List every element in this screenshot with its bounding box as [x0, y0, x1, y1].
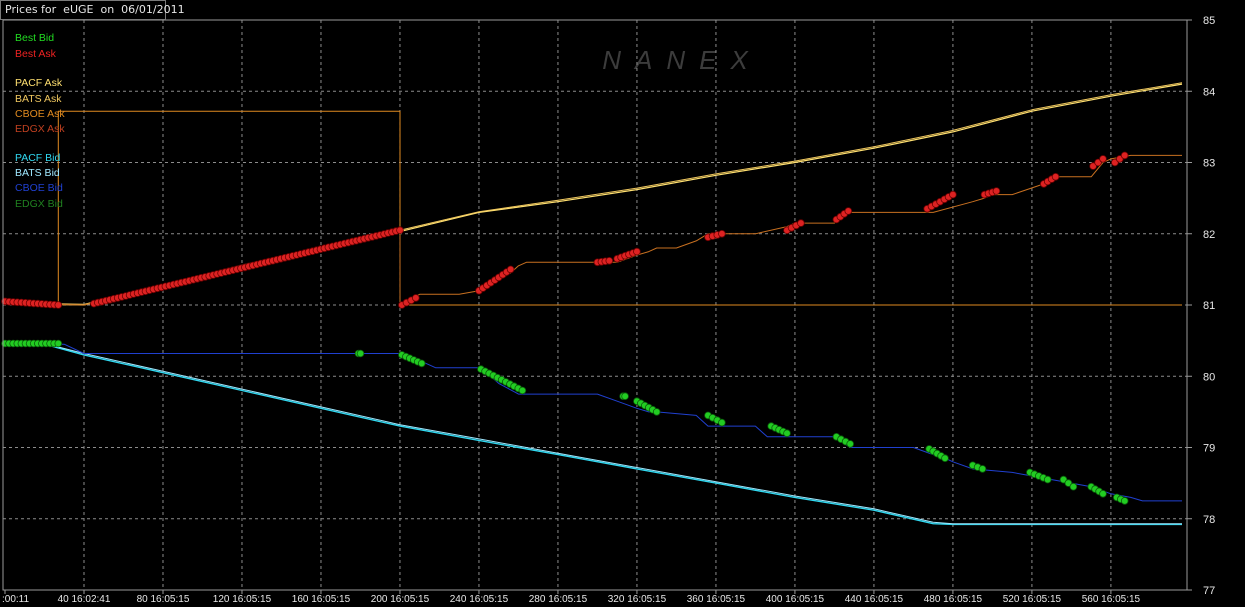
bid-quote-marker — [356, 349, 365, 358]
legend-item-pacf-bid: PACF Bid — [15, 152, 60, 164]
legend-item-pacf-ask: PACF Ask — [15, 77, 63, 89]
bid-quote-marker — [978, 465, 987, 473]
bid-quote-marker — [621, 392, 629, 401]
x-tick-label: 440 16:05:15 — [845, 594, 904, 605]
y-tick-label: 77 — [1203, 585, 1215, 597]
legend-item-best-ask: Best Ask — [15, 48, 57, 60]
legend-item-bats-ask: BATS Ask — [15, 93, 62, 105]
y-tick-label: 78 — [1203, 514, 1215, 526]
legend-item-bats-bid: BATS Bid — [15, 167, 60, 179]
legend-item-best-bid: Best Bid — [15, 32, 54, 44]
chart-title: Prices for eUGE on 06/01/2011 — [0, 0, 185, 20]
ask-quote-marker — [411, 294, 420, 302]
x-tick-label: 400 16:05:15 — [766, 594, 825, 605]
ask-quote-marker — [1051, 173, 1060, 181]
y-tick-label: 79 — [1203, 443, 1215, 455]
ask-quote-marker — [992, 187, 1001, 195]
x-tick-label: 240 16:05:15 — [450, 594, 509, 605]
y-tick-label: 80 — [1203, 371, 1215, 383]
y-tick-label: 81 — [1203, 300, 1215, 312]
x-tick-label: 320 16:05:15 — [608, 594, 667, 605]
bid-quote-marker — [1069, 482, 1078, 491]
bid-quote-marker — [941, 454, 949, 463]
y-tick-label: 82 — [1203, 229, 1215, 241]
ask-quote-marker — [949, 190, 957, 199]
y-tick-label: 84 — [1203, 86, 1215, 98]
ask-quote-marker — [506, 265, 515, 274]
x-tick-label: :00:11 — [2, 594, 29, 605]
x-tick-label: 200 16:05:15 — [371, 594, 430, 605]
bid-quote-marker — [1043, 475, 1052, 484]
legend-item-cboe-bid: CBOE Bid — [15, 182, 63, 194]
bid-quote-marker — [1099, 489, 1107, 498]
x-tick-label: 480 16:05:15 — [924, 594, 983, 605]
bid-quote-marker — [417, 359, 426, 368]
bid-quote-marker — [846, 440, 854, 448]
bid-quote-marker — [1120, 497, 1129, 505]
ask-quote-marker — [633, 247, 641, 256]
nanex-watermark: NANEX — [602, 45, 762, 75]
ask-quote-marker — [844, 207, 853, 215]
bid-quote-marker — [54, 339, 63, 348]
y-tick-label: 85 — [1203, 15, 1215, 27]
legend-item-edgx-bid: EDGX Bid — [15, 198, 63, 210]
ask-quote-marker — [1120, 151, 1129, 160]
legend-item-cboe-ask: CBOE Ask — [15, 108, 65, 120]
bid-quote-marker — [652, 408, 661, 416]
x-tick-label: 160 16:05:15 — [292, 594, 351, 605]
x-tick-label: 560 16:05:15 — [1082, 594, 1141, 605]
x-tick-label: 360 16:05:15 — [687, 594, 746, 605]
ask-quote-marker — [605, 256, 614, 265]
x-tick-label: 520 16:05:15 — [1003, 594, 1062, 605]
x-tick-label: 120 16:05:15 — [213, 594, 272, 605]
ask-quote-marker — [1099, 155, 1107, 163]
x-tick-label: 80 16:05:15 — [137, 594, 190, 605]
ask-quote-marker — [396, 226, 404, 235]
ask-quote-marker — [54, 301, 63, 309]
bid-quote-marker — [518, 386, 527, 395]
legend-item-edgx-ask: EDGX Ask — [15, 123, 65, 135]
ask-quote-marker — [797, 219, 805, 227]
ask-quote-marker — [718, 230, 726, 238]
y-tick-label: 83 — [1203, 158, 1215, 170]
x-tick-label: 280 16:05:15 — [529, 594, 588, 605]
x-tick-label: 40 16:02:41 — [58, 594, 111, 605]
price-chart: NANEX Best Bid Best Ask PACF Ask BATS Ask CB… — [0, 0, 1245, 607]
bid-quote-marker — [718, 418, 726, 427]
bid-quote-marker — [783, 429, 791, 438]
